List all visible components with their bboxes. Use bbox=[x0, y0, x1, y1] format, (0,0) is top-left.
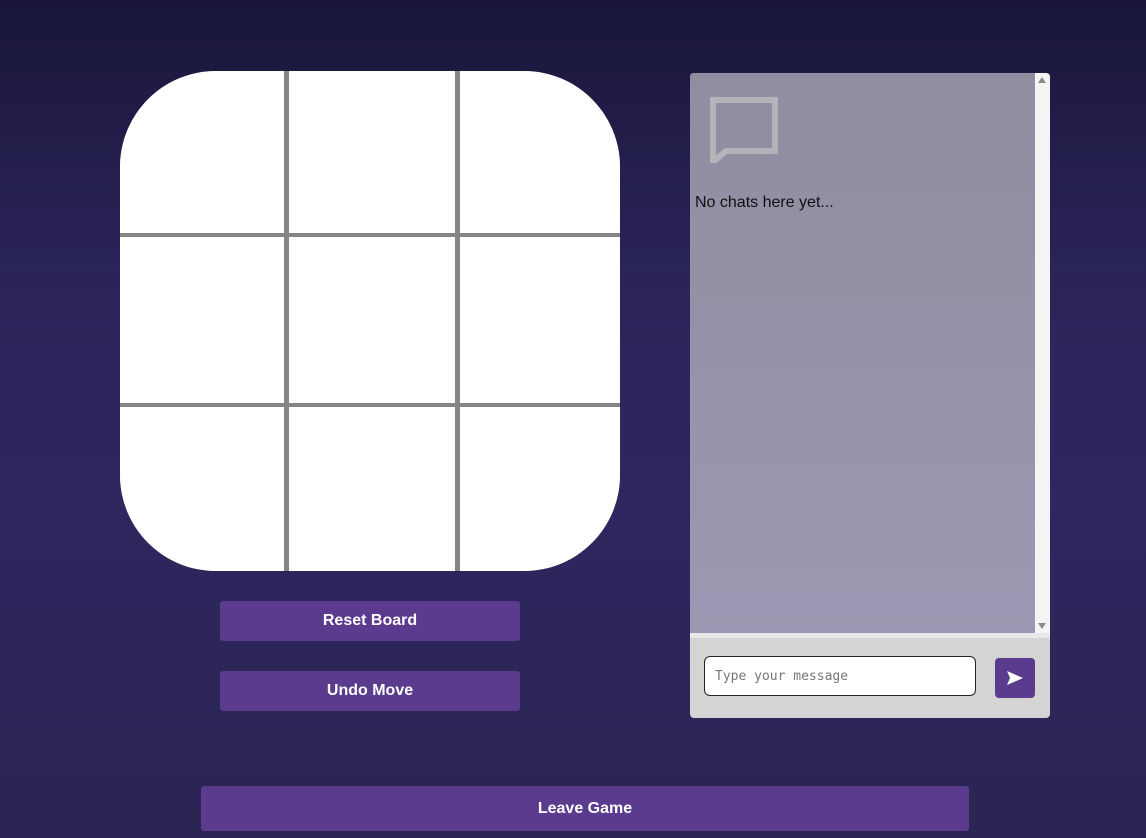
send-icon bbox=[1007, 671, 1023, 685]
board-cell-4[interactable] bbox=[120, 237, 284, 403]
leave-game-button[interactable]: Leave Game bbox=[201, 786, 969, 831]
chat-divider bbox=[690, 633, 1050, 638]
board-cell-9[interactable] bbox=[460, 407, 620, 571]
scroll-down-arrow-icon[interactable] bbox=[1038, 623, 1046, 629]
board-cell-2[interactable] bbox=[289, 71, 455, 233]
chat-log[interactable]: No chats here yet... bbox=[690, 73, 1035, 633]
chat-panel: No chats here yet... bbox=[690, 73, 1050, 718]
board-cell-5[interactable] bbox=[289, 237, 455, 403]
board-cell-1[interactable] bbox=[120, 71, 284, 233]
board-cell-7[interactable] bbox=[120, 407, 284, 571]
message-input[interactable] bbox=[704, 656, 976, 696]
scroll-up-arrow-icon[interactable] bbox=[1038, 77, 1046, 83]
reset-board-button[interactable]: Reset Board bbox=[220, 601, 520, 641]
board-cell-8[interactable] bbox=[289, 407, 455, 571]
send-button[interactable] bbox=[995, 658, 1035, 698]
undo-move-button[interactable]: Undo Move bbox=[220, 671, 520, 711]
chat-bubble-icon bbox=[710, 97, 778, 163]
chat-scrollbar[interactable] bbox=[1035, 73, 1050, 633]
board-cell-3[interactable] bbox=[460, 71, 620, 233]
board-cell-6[interactable] bbox=[460, 237, 620, 403]
empty-chat-message: No chats here yet... bbox=[695, 194, 834, 211]
game-board bbox=[120, 71, 620, 571]
